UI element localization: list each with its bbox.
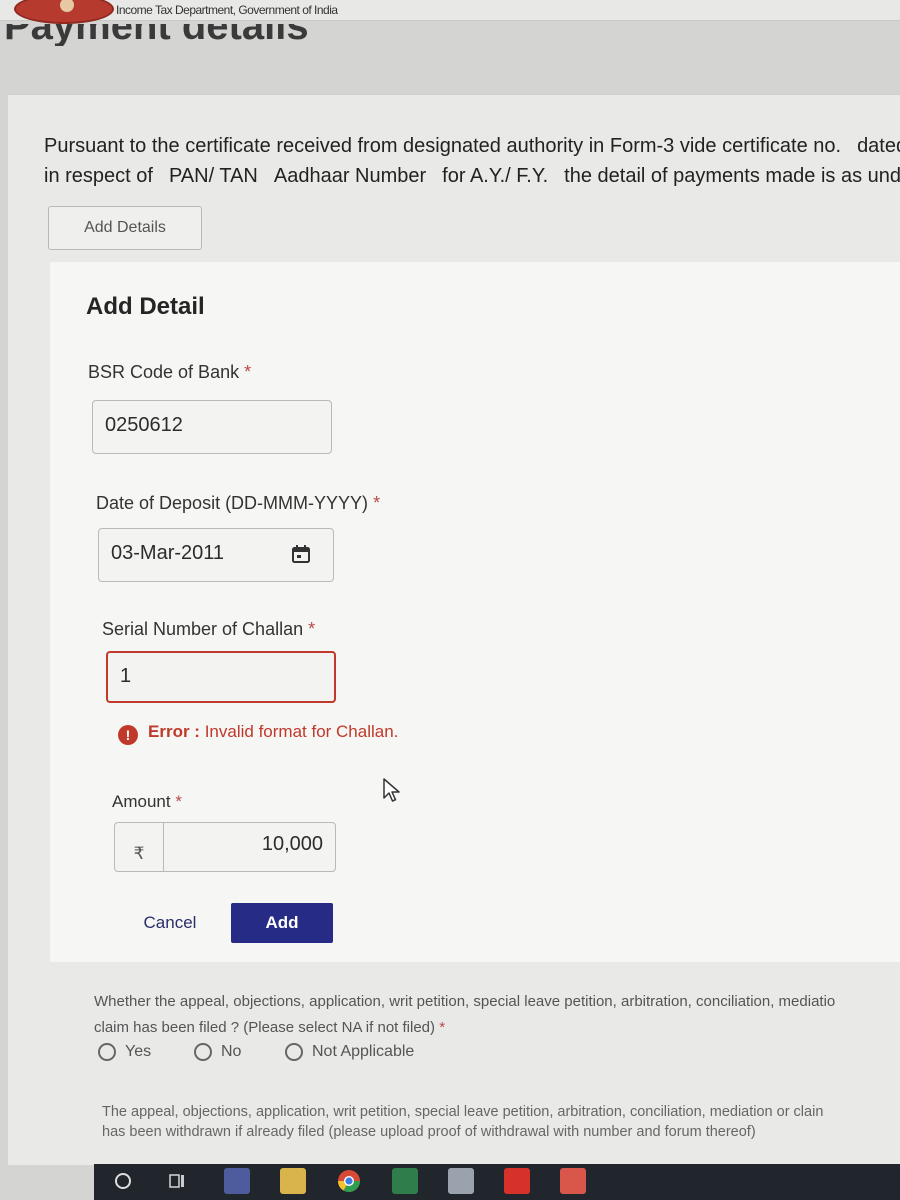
radio-yes[interactable]: Yes [98,1043,151,1061]
chrome-icon[interactable] [336,1168,362,1194]
acrobat-icon[interactable] [504,1168,530,1194]
appeal-filed-question: Whether the appeal, objections, applicat… [94,993,836,1036]
book-app-icon[interactable] [224,1168,250,1194]
file-explorer-icon[interactable] [280,1168,306,1194]
challan-serial-input[interactable]: 1 [106,651,336,703]
challan-error-message: ! Error : Invalid format for Challan. [118,722,398,745]
calendar-icon[interactable] [291,544,311,564]
panel-title: Add Detail [86,293,205,320]
excel-icon[interactable] [392,1168,418,1194]
radio-not-applicable[interactable]: Not Applicable [285,1043,414,1061]
files-icon[interactable] [448,1168,474,1194]
start-icon[interactable] [110,1168,136,1194]
task-view-icon[interactable] [164,1168,190,1194]
intro-text: Pursuant to the certificate received fro… [44,131,900,191]
presentation-app-icon[interactable] [560,1168,586,1194]
amount-input[interactable]: ₹ 10,000 [114,822,336,872]
bsr-code-label: BSR Code of Bank * [88,362,252,382]
income-tax-logo-icon [14,0,114,24]
intro-line-2: in respect of PAN/ TAN Aadhaar Number for A… [44,165,900,187]
amount-label: Amount * [112,792,182,811]
date-of-deposit-label: Date of Deposit (DD-MMM-YYYY) * [96,493,381,513]
mouse-cursor-icon [383,778,400,802]
radio-circle-icon[interactable] [194,1043,212,1061]
intro-line-1: Pursuant to the certificate received fro… [44,135,900,157]
rupee-icon: ₹ [115,823,164,871]
top-header-bar: Income Tax Department, Government of Ind… [0,0,900,24]
cancel-button[interactable]: Cancel [132,903,208,943]
radio-circle-icon[interactable] [285,1043,303,1061]
add-button[interactable]: Add [231,903,333,943]
error-icon: ! [118,725,138,745]
add-details-button[interactable]: Add Details [48,206,202,250]
windows-taskbar [94,1164,900,1200]
radio-no[interactable]: No [194,1043,241,1061]
radio-circle-icon[interactable] [98,1043,116,1061]
bsr-code-input[interactable]: 0250612 [92,400,332,454]
withdrawal-note: The appeal, objections, application, wri… [102,1104,824,1140]
date-of-deposit-input[interactable]: 03-Mar-2011 [98,528,334,582]
challan-serial-label: Serial Number of Challan * [102,619,316,639]
department-name: Income Tax Department, Government of Ind… [116,3,338,17]
